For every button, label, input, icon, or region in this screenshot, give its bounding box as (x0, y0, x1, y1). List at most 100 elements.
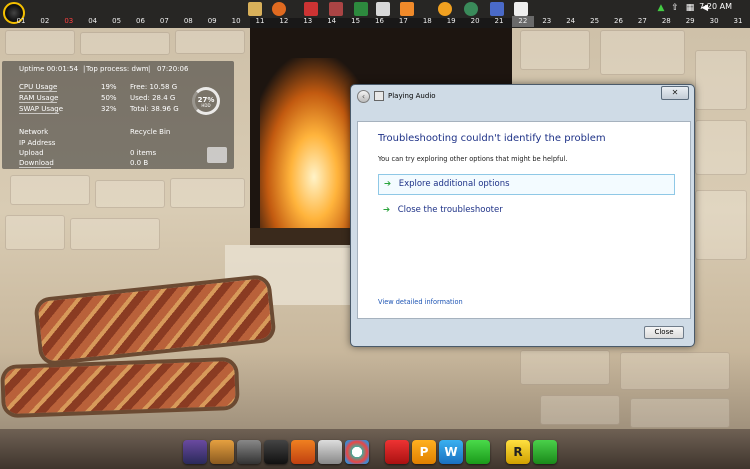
ram-usage-value: 50% (101, 94, 117, 102)
calendar-day[interactable]: 18 (416, 17, 438, 25)
hdd-gauge: 27% HDD (192, 87, 220, 115)
close-window-button[interactable]: ✕ (661, 86, 689, 100)
recycle-icon[interactable] (533, 440, 557, 464)
calendar-day[interactable]: 29 (679, 17, 701, 25)
calendar-day[interactable]: 03 (58, 17, 80, 25)
view-details-link[interactable]: View detailed information (378, 298, 463, 306)
swap-usage-value: 32% (101, 105, 117, 113)
clock[interactable]: 7:20 AM (699, 2, 732, 11)
calendar-day[interactable]: 26 (608, 17, 630, 25)
arrow-up-icon[interactable]: ⇧ (671, 3, 681, 13)
result-subtext: You can try exploring other options that… (378, 155, 568, 163)
calendar-day[interactable]: 22 (511, 16, 534, 27)
dialog-content: Troubleshooting couldn't identify the pr… (357, 121, 691, 319)
powerpoint-letter: P (419, 445, 429, 459)
document-icon[interactable] (514, 2, 528, 16)
calendar-day[interactable]: 17 (392, 17, 414, 25)
dialog-title: Playing Audio (388, 92, 436, 100)
recycle-bin-label[interactable]: Recycle Bin (130, 128, 170, 136)
picasa-icon[interactable] (345, 440, 369, 464)
calendar-day[interactable]: 23 (536, 17, 558, 25)
calendar-day[interactable]: 04 (82, 17, 104, 25)
calendar-day[interactable]: 31 (727, 17, 749, 25)
calendar-day[interactable]: 05 (106, 17, 128, 25)
calendar-day[interactable]: 12 (273, 17, 295, 25)
phone-icon[interactable] (466, 440, 490, 464)
calendar-day[interactable]: 20 (464, 17, 486, 25)
powerpoint-icon[interactable]: P (412, 440, 436, 464)
window-blue-icon[interactable] (490, 2, 504, 16)
recycle-bin-icon[interactable] (207, 147, 227, 163)
top-process-label: Top process: dwm (86, 65, 149, 73)
used-space-label: Used: 28.4 G (130, 94, 176, 102)
calendar-day[interactable]: 13 (297, 17, 319, 25)
network-icon[interactable]: ▦ (686, 3, 697, 13)
windows-live-icon[interactable]: W (439, 440, 463, 464)
close-button[interactable]: Close (644, 326, 684, 339)
calendar-day[interactable]: 06 (130, 17, 152, 25)
calendar-day[interactable]: 01 (10, 17, 32, 25)
cpu-usage-value: 19% (101, 83, 117, 91)
ram-usage-label: RAM Usage (19, 94, 59, 103)
calendar-day[interactable]: 24 (560, 17, 582, 25)
ip-address-label: IP Address (19, 139, 56, 147)
explore-options-link[interactable]: ➔ Explore additional options (378, 174, 675, 195)
calendar-day[interactable]: 09 (201, 17, 223, 25)
upload-label: Upload (19, 149, 44, 157)
recycle-size-label: 0.0 B (130, 159, 149, 167)
app-icon[interactable] (329, 2, 343, 16)
dialog-titlebar[interactable]: ‹ Playing Audio ✕ (351, 85, 694, 107)
game-icon[interactable] (304, 2, 318, 16)
calendar-day[interactable]: 21 (488, 17, 510, 25)
green-arrow-icon: ➔ (383, 205, 391, 215)
calendar-day[interactable]: 30 (703, 17, 725, 25)
separator-text: | (83, 65, 86, 73)
rocket-icon[interactable] (318, 440, 342, 464)
troubleshooter-icon (374, 91, 384, 101)
calendar-day[interactable]: 27 (631, 17, 653, 25)
vlc-icon[interactable] (291, 440, 315, 464)
window-icon[interactable] (376, 2, 390, 16)
download-icon[interactable] (400, 2, 414, 16)
close-troubleshooter-link[interactable]: ➔ Close the troubleshooter (378, 201, 675, 222)
registry-icon[interactable]: R (506, 440, 530, 464)
system-monitor-widget: Uptime 00:01:54 | Top process: dwm | 07:… (2, 61, 234, 169)
pdf-icon[interactable] (385, 440, 409, 464)
ipod-icon[interactable] (183, 440, 207, 464)
folder-icon[interactable] (248, 2, 262, 16)
calendar-day[interactable]: 15 (345, 17, 367, 25)
calendar-day[interactable]: 28 (655, 17, 677, 25)
total-space-label: Total: 38.96 G (130, 105, 179, 113)
calendar-day[interactable]: 08 (177, 17, 199, 25)
recycle-items-label: 0 items (130, 149, 157, 157)
gauge-icon[interactable] (237, 440, 261, 464)
time-label: 07:20:06 (157, 65, 189, 73)
swap-usage-label: SWAP Usage (19, 105, 64, 114)
excel-icon[interactable] (354, 2, 368, 16)
firefox-icon[interactable] (272, 2, 286, 16)
calendar-day[interactable]: 11 (249, 17, 271, 25)
calendar-day[interactable]: 25 (584, 17, 606, 25)
calendar-day[interactable]: 16 (369, 17, 391, 25)
back-button[interactable]: ‹ (357, 90, 370, 103)
triangle-flag-icon[interactable]: ▲ (657, 3, 666, 13)
books-icon[interactable] (210, 440, 234, 464)
separator-text: | (148, 65, 151, 73)
free-space-label: Free: 10.58 G (130, 83, 178, 91)
calendar-day[interactable]: 02 (34, 17, 56, 25)
globe-icon[interactable] (464, 2, 478, 16)
troubleshooter-dialog: ‹ Playing Audio ✕ Troubleshooting couldn… (350, 84, 695, 347)
calendar-day[interactable]: 10 (225, 17, 247, 25)
download-label: Download (19, 159, 54, 168)
calendar-day[interactable]: 07 (153, 17, 175, 25)
uptime-label: Uptime 00:01:54 (19, 65, 79, 73)
explore-options-label: Explore additional options (398, 179, 510, 189)
calendar-day[interactable]: 14 (321, 17, 343, 25)
close-troubleshooter-label: Close the troubleshooter (397, 205, 503, 215)
calculator-icon[interactable] (264, 440, 288, 464)
hdd-gauge-label: HDD (201, 103, 211, 108)
registry-letter: R (513, 445, 523, 459)
calendar-day[interactable]: 19 (440, 17, 462, 25)
dock: P W R (180, 437, 570, 469)
ball-icon[interactable] (438, 2, 452, 16)
